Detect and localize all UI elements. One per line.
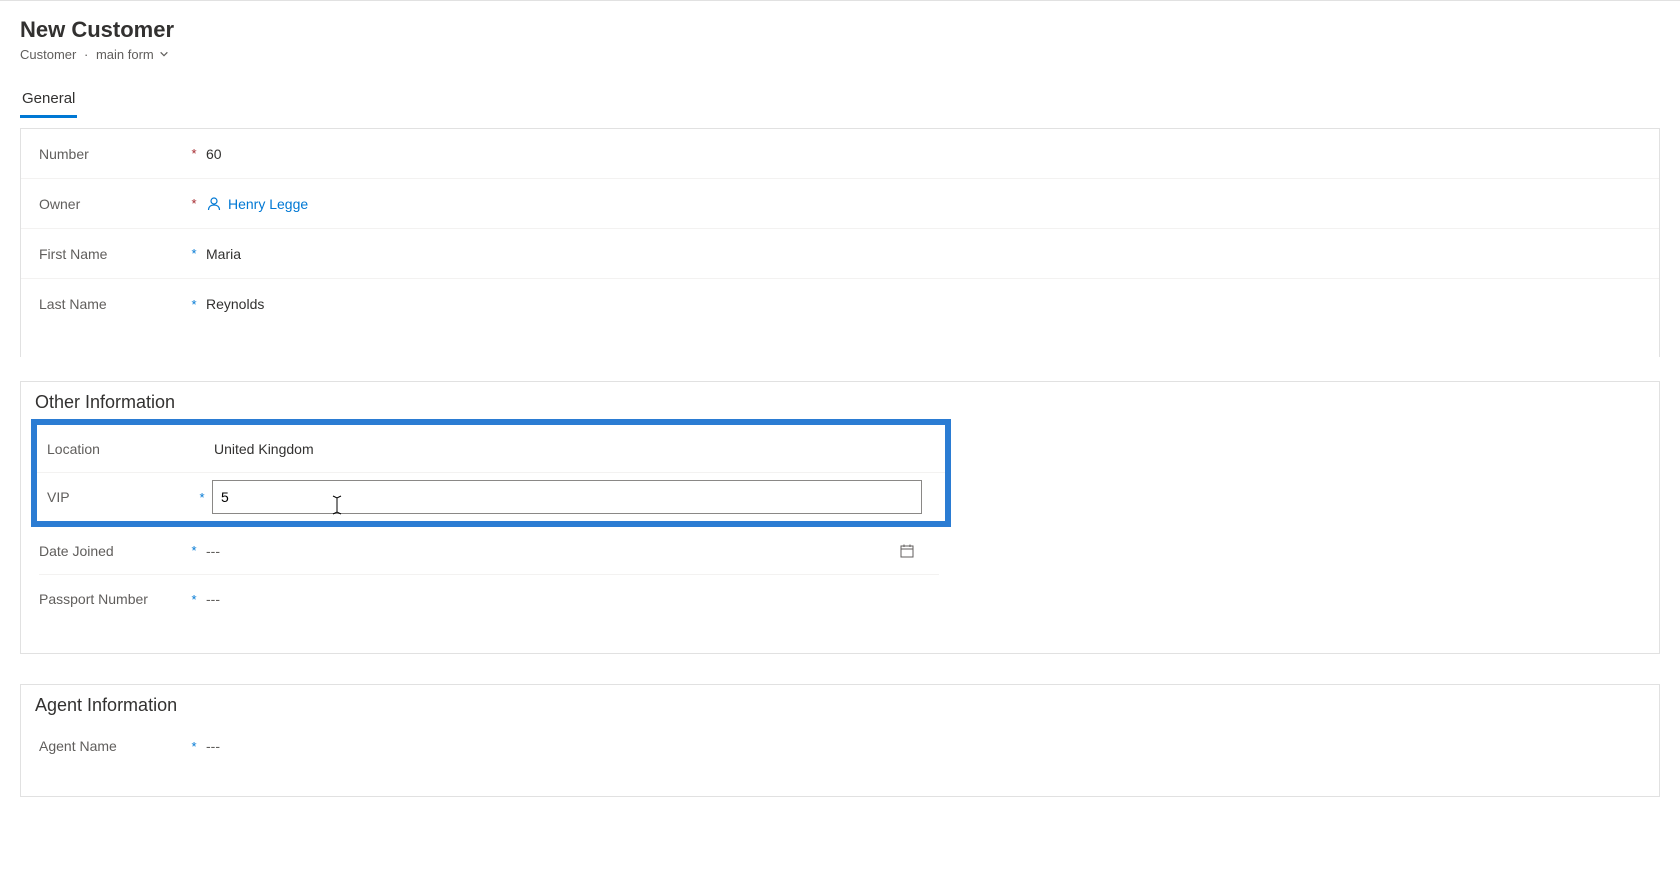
required-icon: * [184, 146, 204, 161]
chevron-down-icon [159, 49, 169, 62]
field-label-firstname: First Name [39, 246, 184, 262]
section-general: Number * 60 Owner * Henry Legge First Na… [20, 128, 1660, 357]
form-name-label: main form [96, 47, 154, 62]
recommended-icon: * [184, 592, 204, 607]
form-selector[interactable]: main form [96, 47, 169, 62]
entity-label: Customer [20, 47, 76, 62]
breadcrumb: Customer · main form [20, 47, 1680, 62]
field-label-datejoined: Date Joined [39, 543, 184, 559]
field-row: Date Joined * --- [39, 527, 939, 575]
field-row: Location United Kingdom [37, 425, 945, 473]
required-spacer [192, 441, 212, 456]
field-row: Passport Number * --- [39, 575, 939, 623]
number-field[interactable]: 60 [204, 146, 1641, 162]
required-icon: * [184, 196, 204, 211]
page-header: New Customer Customer · main form [0, 1, 1680, 70]
vip-input[interactable] [212, 480, 922, 514]
owner-name: Henry Legge [228, 196, 308, 212]
person-icon [206, 196, 222, 212]
page-title: New Customer [20, 17, 1680, 43]
section-title-agent: Agent Information [21, 685, 1659, 722]
section-other-information: Other Information Location United Kingdo… [20, 381, 1660, 654]
field-row: VIP * [37, 473, 945, 521]
section-title-other: Other Information [21, 382, 1659, 419]
field-label-number: Number [39, 146, 184, 162]
location-field[interactable]: United Kingdom [212, 441, 935, 457]
tab-strip: General [20, 90, 1680, 118]
field-label-owner: Owner [39, 196, 184, 212]
recommended-icon: * [184, 543, 204, 558]
passport-field[interactable]: --- [204, 591, 939, 607]
agentname-field[interactable]: --- [204, 738, 1641, 754]
recommended-icon: * [184, 246, 204, 261]
owner-field[interactable]: Henry Legge [204, 196, 1641, 212]
field-row: First Name * Maria [21, 229, 1659, 279]
lastname-field[interactable]: Reynolds [204, 296, 1641, 312]
section-agent-information: Agent Information Agent Name * --- [20, 684, 1660, 797]
highlight-annotation: Location United Kingdom VIP * [31, 419, 951, 527]
field-row: Last Name * Reynolds [21, 279, 1659, 329]
firstname-field[interactable]: Maria [204, 246, 1641, 262]
breadcrumb-separator: · [84, 47, 88, 62]
field-label-vip: VIP [47, 489, 192, 505]
tab-general[interactable]: General [20, 90, 77, 118]
datejoined-field[interactable]: --- [204, 543, 899, 559]
field-row: Owner * Henry Legge [21, 179, 1659, 229]
field-label-passport: Passport Number [39, 591, 184, 607]
field-row: Agent Name * --- [39, 722, 1641, 770]
field-label-lastname: Last Name [39, 296, 184, 312]
calendar-icon[interactable] [899, 543, 915, 559]
recommended-icon: * [184, 297, 204, 312]
field-label-agentname: Agent Name [39, 738, 184, 754]
recommended-icon: * [192, 490, 212, 505]
field-label-location: Location [47, 441, 192, 457]
recommended-icon: * [184, 739, 204, 754]
field-row: Number * 60 [21, 129, 1659, 179]
